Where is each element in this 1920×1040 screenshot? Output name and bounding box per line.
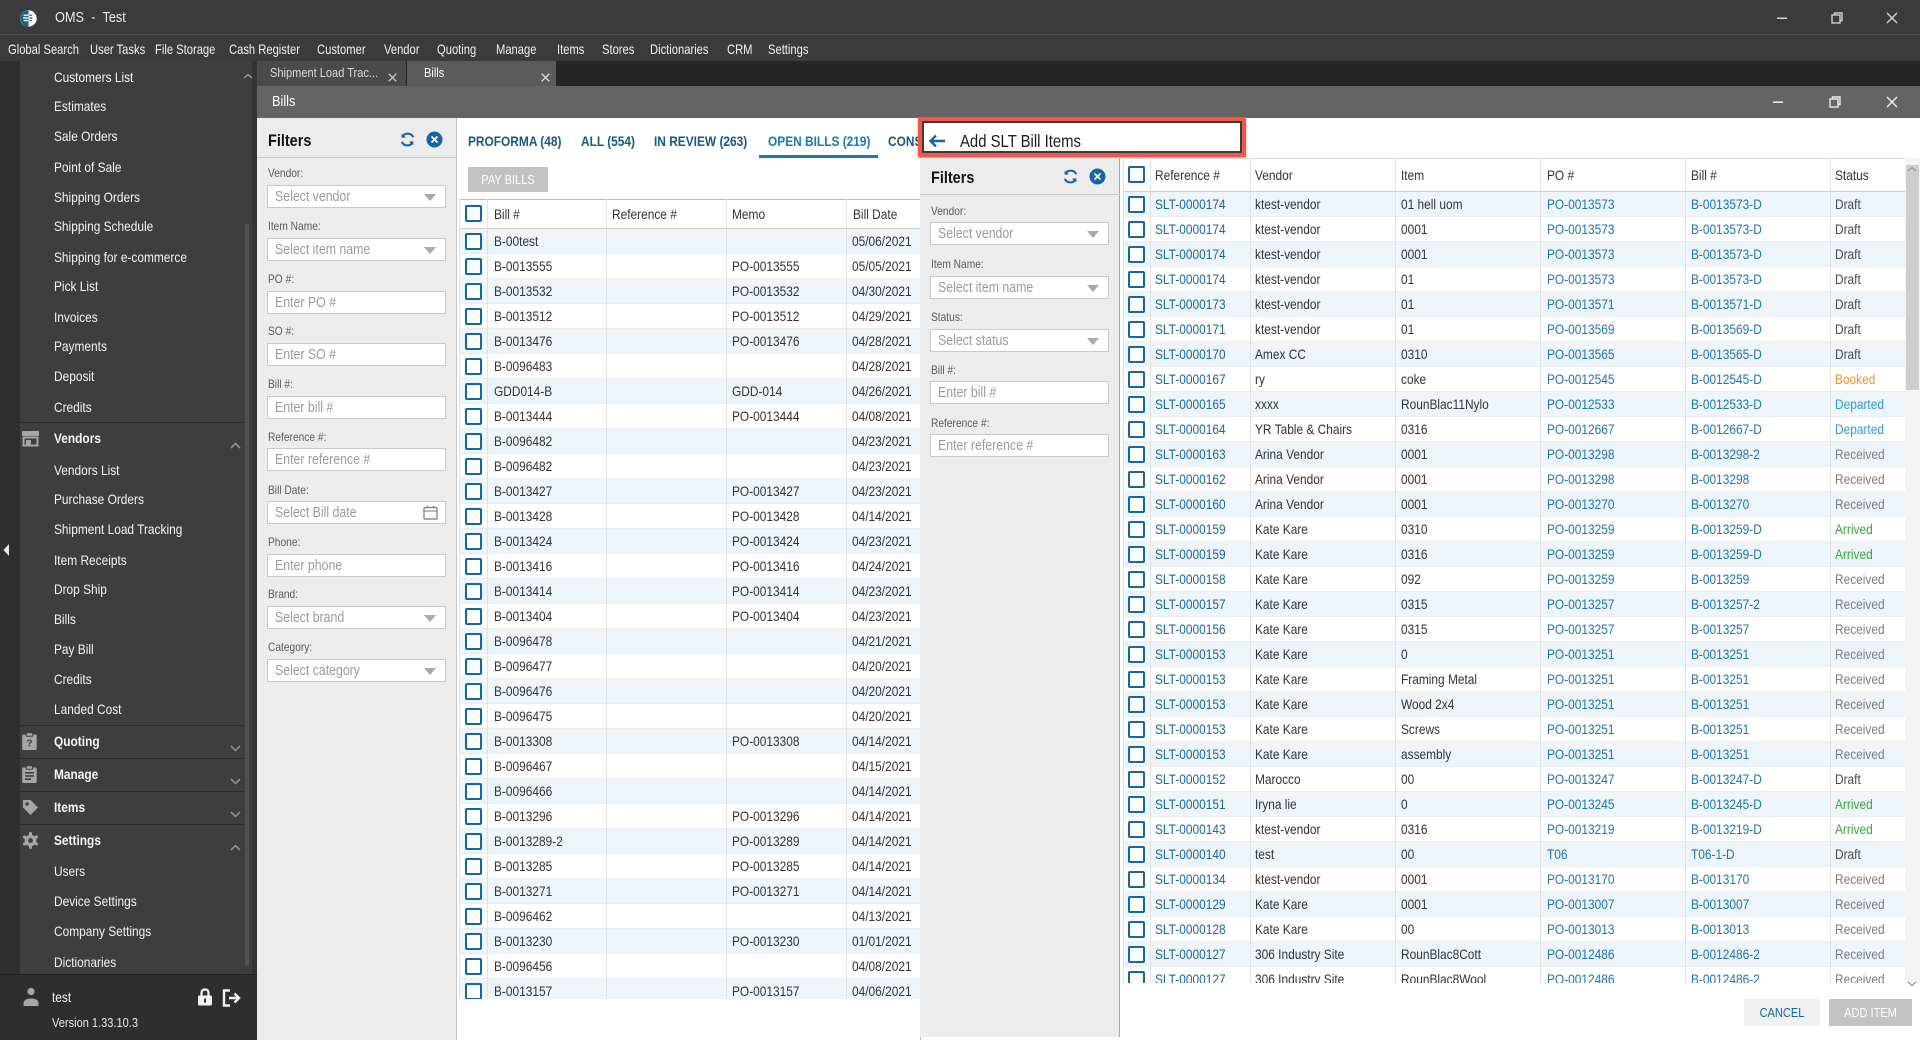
svg-text:?: ? bbox=[26, 738, 32, 749]
